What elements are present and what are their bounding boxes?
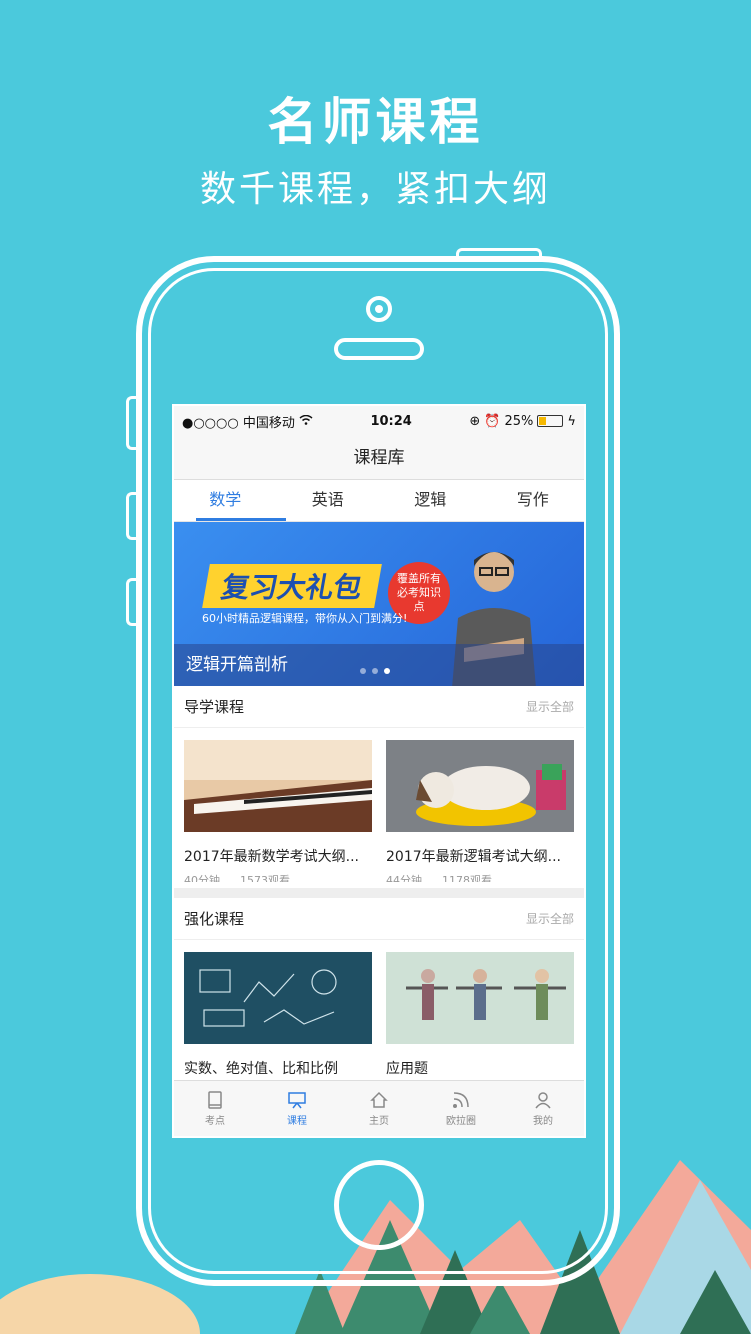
tabbar-label: 课程	[287, 1116, 307, 1127]
course-duration: 44分钟	[386, 874, 422, 882]
tab-active-indicator	[196, 518, 286, 521]
banner-caption: 逻辑开篇剖析	[174, 644, 584, 686]
banner-headline: 复习大礼包	[202, 564, 382, 608]
carousel-dot[interactable]	[372, 668, 378, 674]
carousel-dot-active[interactable]	[384, 668, 390, 674]
tabbar-label: 欧拉圈	[446, 1116, 476, 1127]
course-title: 2017年最新逻辑考试大纲...	[386, 849, 561, 865]
section-divider	[174, 888, 584, 898]
section-header-intro: 导学课程 显示全部	[174, 686, 584, 728]
tabbar-item-euler[interactable]: 欧拉圈	[420, 1081, 502, 1136]
show-all-link[interactable]: 显示全部	[526, 698, 574, 715]
home-icon	[370, 1091, 388, 1108]
tabbar-item-points[interactable]: 考点	[174, 1081, 256, 1136]
course-duration: 40分钟	[184, 874, 220, 882]
course-views: 1573观看	[240, 874, 290, 882]
speaker-grille	[334, 338, 424, 360]
piano-thumbnail	[184, 740, 372, 832]
course-list-intro: 2017年最新数学考试大纲... 40分钟 1573观看 2017年最新逻辑考试…	[174, 740, 584, 882]
user-icon	[535, 1092, 551, 1109]
alarm-icon: ⏰	[484, 413, 501, 429]
tabbar-label: 我的	[533, 1116, 553, 1127]
show-all-link[interactable]: 显示全部	[526, 910, 574, 927]
subject-tabs: 数学 英语 逻辑 写作	[174, 480, 584, 522]
presentation-icon	[288, 1092, 306, 1109]
nav-title: 课程库	[174, 436, 584, 480]
carrier-label: ●○○○○ 中国移动	[182, 415, 295, 431]
course-views: 1178观看	[442, 874, 492, 882]
tabbar-label: 考点	[205, 1116, 225, 1127]
course-list-advanced: 实数、绝对值、比和比例 应用题	[174, 952, 584, 1078]
puppy-thumbnail	[386, 740, 574, 832]
course-title: 应用题	[386, 1061, 428, 1077]
course-title: 2017年最新数学考试大纲...	[184, 849, 359, 865]
promo-banner[interactable]: 复习大礼包 覆盖所有必考知识点 60小时精品逻辑课程，带你从入门到满分! 逻辑开…	[174, 522, 584, 686]
battery-percent: 25%	[504, 413, 534, 429]
banner-subline: 60小时精品逻辑课程，带你从入门到满分!	[202, 612, 408, 625]
rss-icon	[453, 1092, 469, 1108]
course-title: 实数、绝对值、比和比例	[184, 1061, 338, 1077]
phone-screen: ●○○○○ 中国移动 10:24 ⊕ ⏰ 25% ϟ 课程库 数学 英语 逻辑 …	[172, 404, 586, 1138]
wifi-icon	[299, 414, 313, 429]
tab-english[interactable]: 英语	[277, 480, 380, 521]
bottom-tab-bar: 考点 课程 主页 欧拉圈 我的	[174, 1080, 584, 1136]
section-title: 导学课程	[184, 698, 245, 716]
course-card[interactable]: 2017年最新逻辑考试大纲... 44分钟 1178观看	[386, 740, 574, 882]
home-button	[334, 1160, 424, 1250]
tab-logic[interactable]: 逻辑	[379, 480, 482, 521]
status-bar: ●○○○○ 中国移动 10:24 ⊕ ⏰ 25% ϟ	[174, 406, 584, 436]
section-header-advanced: 强化课程 显示全部	[174, 898, 584, 940]
section-title: 强化课程	[184, 910, 245, 928]
charging-icon: ϟ	[567, 413, 576, 429]
battery-icon	[537, 415, 564, 427]
promo-title: 名师课程	[267, 93, 484, 151]
chalkboard-thumbnail	[184, 952, 372, 1044]
illustration-thumbnail	[386, 952, 574, 1044]
tabbar-item-me[interactable]: 我的	[502, 1081, 584, 1136]
tab-math[interactable]: 数学	[174, 480, 277, 521]
promo-subtitle: 数千课程，紧扣大纲	[199, 169, 551, 210]
tab-writing[interactable]: 写作	[482, 480, 585, 521]
orientation-lock-icon: ⊕	[469, 413, 481, 429]
tabbar-item-home[interactable]: 主页	[338, 1081, 420, 1136]
camera-icon	[366, 296, 392, 322]
course-card[interactable]: 2017年最新数学考试大纲... 40分钟 1573观看	[184, 740, 372, 882]
tabbar-item-courses[interactable]: 课程	[256, 1081, 338, 1136]
clock: 10:24	[370, 413, 412, 429]
course-card[interactable]: 应用题	[386, 952, 574, 1078]
tabbar-label: 主页	[369, 1116, 389, 1127]
course-card[interactable]: 实数、绝对值、比和比例	[184, 952, 372, 1078]
book-icon	[208, 1091, 222, 1109]
carousel-dots	[360, 668, 390, 674]
carousel-dot[interactable]	[360, 668, 366, 674]
